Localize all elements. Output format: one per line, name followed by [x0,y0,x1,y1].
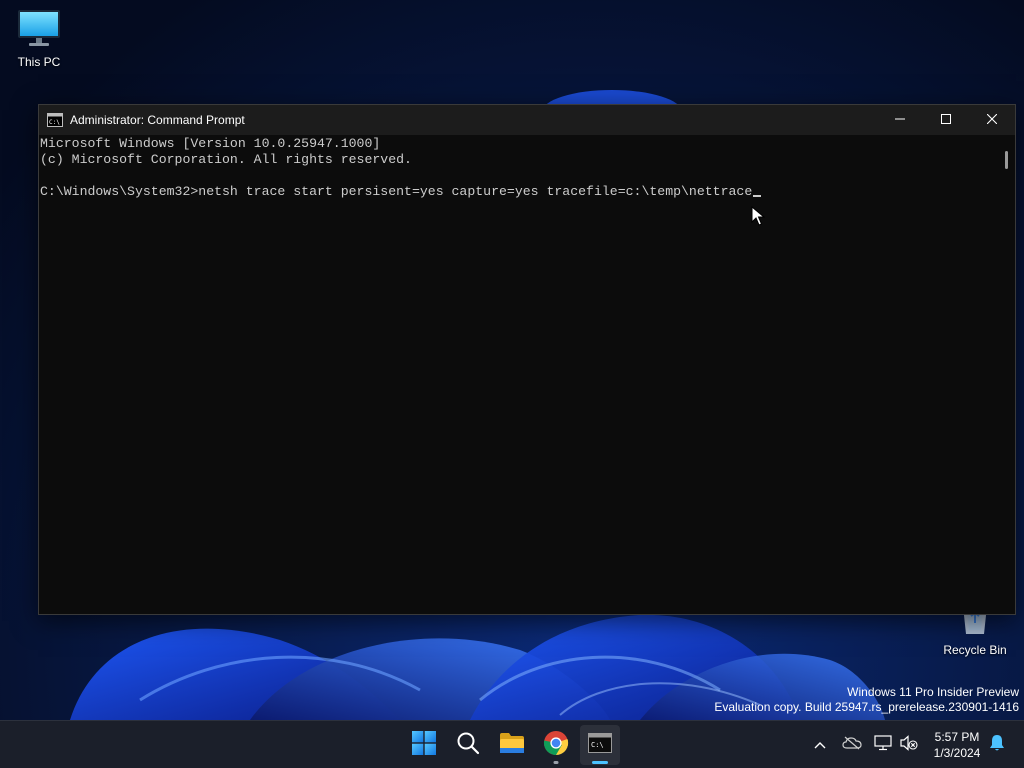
running-indicator [553,761,559,764]
console-output[interactable]: Microsoft Windows [Version 10.0.25947.10… [39,135,999,614]
desktop-icon-this-pc[interactable]: This PC [4,8,74,69]
vertical-scrollbar[interactable] [999,135,1015,614]
watermark-build: Evaluation copy. Build 25947.rs_prerelea… [714,700,1019,714]
scrollbar-thumb[interactable] [1005,151,1008,169]
command-prompt-window[interactable]: C:\ Administrator: Command Prompt Micros… [38,104,1016,615]
file-explorer-button[interactable] [492,725,532,765]
chrome-icon [543,730,569,761]
monitor-icon [17,10,61,51]
clock-date: 1/3/2024 [933,746,981,760]
console-app-icon: C:\ [47,113,63,130]
clock-time: 5:57 PM [934,730,980,744]
show-hidden-icons-button[interactable] [808,733,832,757]
console-prompt-line[interactable]: C:\Windows\System32>netsh trace start pe… [40,184,999,200]
command-prompt-taskbar-button[interactable]: C:\ [580,725,620,765]
active-indicator [592,761,608,764]
notification-bell-icon [989,734,1005,757]
console-command-text: C:\Windows\System32>netsh trace start pe… [40,184,753,199]
system-clock[interactable]: 5:57 PM 1/3/2024 [926,729,988,761]
recycle-bin-icon [957,606,993,639]
console-line: (c) Microsoft Corporation. All rights re… [40,152,412,167]
watermark-edition: Windows 11 Pro Insider Preview [847,685,1019,699]
svg-text:C:\: C:\ [591,741,604,749]
windows-logo-icon [412,730,436,760]
folder-icon [499,732,525,759]
close-icon [986,113,998,127]
taskbar: C:\ 5:57 PM 1/3/2024 [0,720,1024,768]
maximize-button[interactable] [923,105,969,135]
window-title: Administrator: Command Prompt [70,113,245,127]
desktop-icon-label: Recycle Bin [943,643,1007,657]
minimize-icon [895,113,905,127]
start-button[interactable] [404,725,444,765]
window-titlebar[interactable]: C:\ Administrator: Command Prompt [39,105,1015,135]
maximize-icon [941,113,951,127]
evaluation-watermark: Windows 11 Pro Insider Preview Evaluatio… [714,685,1019,715]
chrome-button[interactable] [536,725,576,765]
network-icon [874,734,892,756]
desktop-icon-label: This PC [17,55,61,69]
mouse-pointer-icon [751,205,766,231]
volume-muted-icon [900,734,918,756]
text-cursor [753,195,762,197]
chevron-up-icon [814,736,826,754]
svg-text:C:\: C:\ [49,119,60,126]
search-icon [456,731,480,760]
onedrive-button[interactable] [840,733,864,757]
terminal-icon: C:\ [588,732,612,758]
console-line: Microsoft Windows [Version 10.0.25947.10… [40,136,381,151]
close-button[interactable] [969,105,1015,135]
volume-button[interactable] [897,733,921,757]
onedrive-offline-icon [842,736,862,755]
network-button[interactable] [871,733,895,757]
notifications-button[interactable] [985,733,1009,757]
search-button[interactable] [448,725,488,765]
minimize-button[interactable] [877,105,923,135]
